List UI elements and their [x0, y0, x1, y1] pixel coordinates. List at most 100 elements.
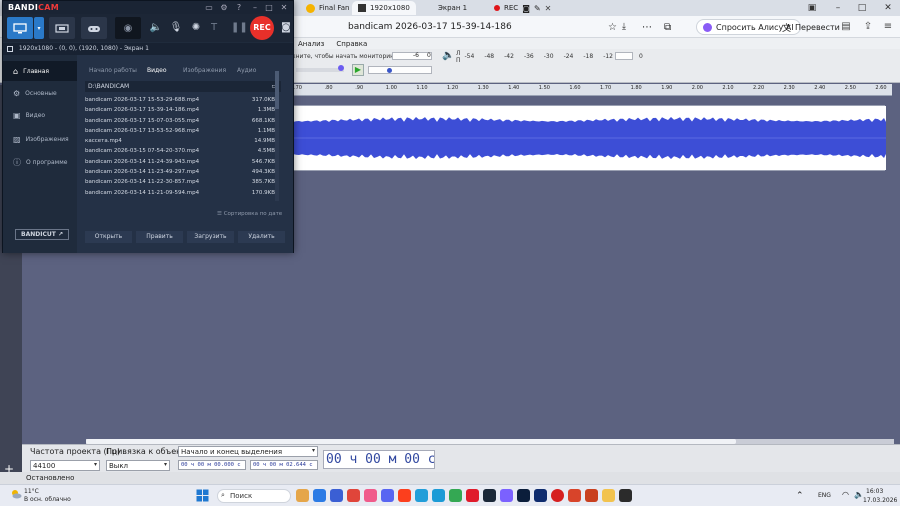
- restore-button[interactable]: □: [263, 2, 275, 13]
- upload-button[interactable]: Загрузить: [187, 231, 234, 243]
- speaker-icon[interactable]: 🔈: [149, 21, 163, 35]
- browser-tab-bandicam-size[interactable]: 1920x1080: [352, 1, 416, 15]
- hdmi-mode-button[interactable]: [49, 17, 75, 39]
- office-app-icon[interactable]: [568, 489, 581, 502]
- nav-item-images[interactable]: ▨ Изображения: [3, 129, 77, 149]
- files-app-icon[interactable]: [296, 489, 309, 502]
- pause-icon[interactable]: ❚❚: [231, 21, 248, 35]
- recording-list-item[interactable]: bandicam 2026-03-15 07-54-20-370.mp4 4.5M…: [85, 148, 275, 158]
- mail-app-icon[interactable]: [347, 489, 360, 502]
- tab-audio[interactable]: Аудио: [237, 67, 256, 74]
- edge-app-icon[interactable]: [432, 489, 445, 502]
- translate-button[interactable]: 文 Перевести: [782, 19, 840, 35]
- timeline-ruler[interactable]: .70 .80 .90 1.00 1.10 1.20 1.30 1.40 1.50 1.60 1.7…: [292, 84, 892, 96]
- recording-list-item[interactable]: bandicam 2026-03-14 11-22-30-857.mp4 385.…: [85, 179, 275, 189]
- gain-slider[interactable]: [296, 65, 344, 72]
- maximize-button[interactable]: □: [850, 1, 874, 15]
- recordings-scrollbar-thumb[interactable]: [275, 71, 279, 109]
- output-folder-path[interactable]: D:\BANDICAM ▭: [85, 81, 281, 92]
- browser-tab-screen[interactable]: Экран 1: [432, 1, 473, 15]
- menu-item-analyze[interactable]: Анализ: [298, 40, 324, 48]
- pen-icon[interactable]: ✎: [534, 4, 541, 13]
- nav-item-home[interactable]: ⌂ Главная: [3, 61, 77, 81]
- clock-date[interactable]: 17.03.2026: [863, 497, 897, 504]
- menu-item-help[interactable]: Справка: [336, 40, 367, 48]
- bandicut-button[interactable]: BANDICUT ↗: [15, 229, 69, 240]
- profile-icon[interactable]: ▣: [800, 1, 824, 15]
- minimize-button[interactable]: –: [249, 2, 261, 13]
- browser-tab-final-fantasy[interactable]: Final Fan: [300, 1, 355, 15]
- recordings-scrollbar[interactable]: [275, 71, 279, 201]
- minimize-button[interactable]: –: [826, 1, 850, 15]
- extensions-icon[interactable]: ⋯: [642, 19, 652, 35]
- record-app-icon[interactable]: [551, 489, 564, 502]
- webcam-button[interactable]: ◉: [115, 17, 141, 39]
- audio-position-display[interactable]: 00 ч 00 м 00 с: [323, 450, 435, 469]
- close-window-button[interactable]: ✕: [876, 1, 900, 15]
- microphone-icon[interactable]: 🎙: [169, 21, 183, 35]
- menu-icon[interactable]: ≡: [882, 21, 894, 33]
- snap-select[interactable]: Выкл: [106, 460, 170, 471]
- tab-icon[interactable]: ⧉: [664, 19, 671, 35]
- mouse-effect-icon[interactable]: ✺: [189, 21, 203, 35]
- monitor-hint[interactable]: кните, чтобы начать мониторинг: [292, 51, 397, 62]
- folder-icon[interactable]: ▭: [203, 2, 215, 13]
- recording-list-item[interactable]: bandicam 2026-03-17 15-53-29-688.mp4 317.…: [85, 97, 275, 107]
- powerpoint-app-icon[interactable]: [585, 489, 598, 502]
- recording-list-item[interactable]: кассета.mp4 14.9MB: [85, 138, 275, 148]
- record-meter-short[interactable]: -6 0: [392, 52, 432, 60]
- recording-indicator[interactable]: REC ◙ ✎ ✕: [488, 1, 557, 15]
- nav-item-about[interactable]: ⓘ О программе: [3, 152, 77, 172]
- screen-mode-button[interactable]: [7, 17, 33, 39]
- steam-app-icon[interactable]: [483, 489, 496, 502]
- recording-list-item[interactable]: bandicam 2026-03-17 13-53-52-968.mp4 1.1M…: [85, 128, 275, 138]
- speaker-icon[interactable]: 🔈: [442, 50, 454, 61]
- rec-button[interactable]: REC: [250, 16, 274, 40]
- tab-images[interactable]: Изображения: [183, 67, 226, 74]
- tab-video[interactable]: Видео: [147, 67, 167, 74]
- delete-button[interactable]: Удалить: [238, 231, 285, 243]
- download-icon[interactable]: ⤓: [622, 19, 626, 35]
- edit-button[interactable]: Править: [136, 231, 183, 243]
- screen-mode-dropdown[interactable]: ▾: [34, 17, 44, 39]
- settings-icon[interactable]: ⚙: [218, 2, 230, 13]
- store-app-icon[interactable]: [330, 489, 343, 502]
- share-icon[interactable]: ⇪: [862, 21, 874, 33]
- selection-start-time[interactable]: 00 ч 00 м 00.000 с: [178, 460, 246, 470]
- tray-chevron-icon[interactable]: ⌃: [796, 491, 804, 501]
- taskbar-search[interactable]: ⌕ Поиск: [217, 489, 291, 503]
- discord-app-icon[interactable]: [381, 489, 394, 502]
- bookmark-icon[interactable]: ☆: [608, 19, 617, 35]
- speed-slider[interactable]: [368, 66, 432, 74]
- nav-item-video[interactable]: ▣ Видео: [3, 105, 77, 125]
- sidebar-icon[interactable]: ▤: [840, 21, 852, 33]
- browser-app-icon[interactable]: [313, 489, 326, 502]
- photoshop-app-icon[interactable]: [517, 489, 530, 502]
- selection-mode-select[interactable]: Начало и конец выделения: [178, 446, 318, 457]
- nav-item-general[interactable]: ⚙ Основные: [3, 83, 77, 103]
- recording-list-item[interactable]: bandicam 2026-03-17 15-39-14-186.mp4 1.3M…: [85, 107, 275, 117]
- tab-getting-started[interactable]: Начало работы: [89, 67, 137, 74]
- close-icon[interactable]: ✕: [545, 4, 552, 13]
- opera-app-icon[interactable]: [466, 489, 479, 502]
- weather-icon[interactable]: [10, 488, 22, 500]
- yandex-app-icon[interactable]: [398, 489, 411, 502]
- selection-end-time[interactable]: 00 ч 00 м 02.644 с: [250, 460, 318, 470]
- language-indicator[interactable]: ENG: [818, 492, 831, 499]
- gain-slider-handle[interactable]: [338, 65, 344, 71]
- camera-icon[interactable]: ◙: [522, 4, 530, 13]
- explorer-app-icon[interactable]: [602, 489, 615, 502]
- help-icon[interactable]: ?: [233, 2, 245, 13]
- gallery-app-icon[interactable]: [500, 489, 513, 502]
- audio-track[interactable]: [292, 105, 886, 171]
- text-overlay-icon[interactable]: T: [207, 21, 221, 35]
- chrome-app-icon[interactable]: [449, 489, 462, 502]
- clock-time[interactable]: 16:03: [866, 488, 883, 495]
- tg-app-icon[interactable]: [415, 489, 428, 502]
- terminal-app-icon[interactable]: [619, 489, 632, 502]
- recording-list-item[interactable]: bandicam 2026-03-17 15-07-03-055.mp4 668.…: [85, 118, 275, 128]
- recording-list-item[interactable]: bandicam 2026-03-14 11-23-49-297.mp4 494.…: [85, 169, 275, 179]
- game-mode-button[interactable]: [81, 17, 107, 39]
- network-icon[interactable]: ◠: [842, 490, 849, 499]
- speed-slider-handle[interactable]: [387, 68, 392, 73]
